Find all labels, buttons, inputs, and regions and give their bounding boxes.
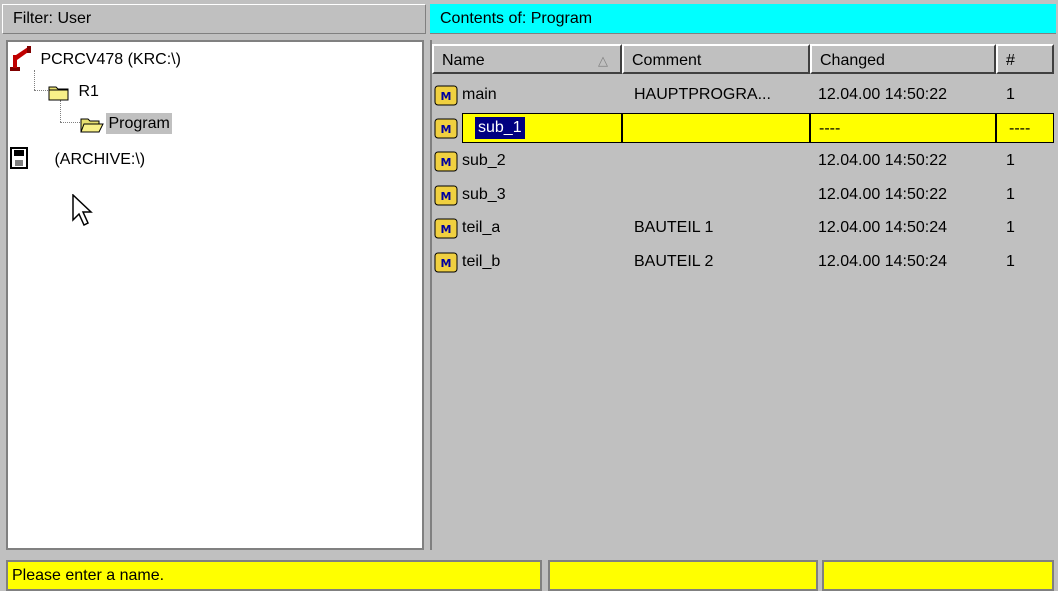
- folder-icon: [48, 83, 70, 101]
- column-header-comment[interactable]: Comment: [622, 44, 810, 74]
- row-comment: BAUTEIL 1: [634, 219, 714, 236]
- row-name: teil_a: [462, 219, 501, 236]
- row-count: 1: [1006, 219, 1015, 236]
- row-changed: 12.04.00 14:50:22: [818, 86, 948, 103]
- program-module-icon: M: [434, 118, 458, 139]
- row-name: sub_1: [475, 117, 525, 139]
- table-row-selected[interactable]: M sub_1 ---- ----: [432, 113, 1054, 143]
- tree-item-program[interactable]: Program: [80, 110, 172, 138]
- program-module-icon: M: [434, 185, 458, 206]
- row-changed: 12.04.00 14:50:22: [818, 186, 948, 203]
- status-field: [548, 560, 818, 591]
- row-name: main: [462, 86, 497, 103]
- row-comment: BAUTEIL 2: [634, 253, 714, 270]
- tree-item-archive[interactable]: (ARCHIVE:\): [10, 146, 145, 174]
- svg-text:M: M: [441, 90, 452, 103]
- svg-text:M: M: [441, 257, 452, 270]
- directory-tree[interactable]: PCRCV478 (KRC:\) R1 Program (ARCHIVE:\): [6, 40, 424, 550]
- row-name: sub_2: [462, 152, 506, 169]
- column-header-label: Changed: [820, 52, 885, 69]
- column-header-label: Name: [442, 52, 485, 69]
- row-count: 1: [1006, 152, 1015, 169]
- robot-icon: [10, 46, 32, 72]
- column-header-label: #: [1006, 52, 1015, 69]
- rename-input[interactable]: sub_1: [462, 113, 622, 143]
- table-row[interactable]: M sub_3 12.04.00 14:50:22 1: [432, 180, 1054, 210]
- program-module-icon: M: [434, 218, 458, 239]
- open-folder-icon: [80, 115, 104, 133]
- mouse-cursor-icon: [72, 194, 93, 227]
- contents-header: Contents of: Program: [430, 4, 1056, 34]
- row-count: 1: [1006, 186, 1015, 203]
- row-changed: 12.04.00 14:50:24: [818, 253, 948, 270]
- column-header-name[interactable]: Name △: [432, 44, 622, 74]
- svg-text:M: M: [441, 123, 452, 136]
- tree-item-label: Program: [106, 113, 172, 134]
- tree-item-label: R1: [78, 83, 99, 100]
- row-count: 1: [1006, 86, 1015, 103]
- tree-item-computer[interactable]: PCRCV478 (KRC:\): [10, 46, 181, 74]
- svg-text:M: M: [441, 156, 452, 169]
- row-comment: HAUPTPROGRA...: [634, 86, 771, 103]
- column-header-count[interactable]: #: [996, 44, 1054, 74]
- row-name: sub_3: [462, 186, 506, 203]
- row-changed: 12.04.00 14:50:24: [818, 219, 948, 236]
- status-message: Please enter a name.: [6, 560, 542, 591]
- program-module-icon: M: [434, 151, 458, 172]
- filter-label: Filter: User: [13, 10, 92, 27]
- table-row[interactable]: M sub_2 12.04.00 14:50:22 1: [432, 146, 1054, 176]
- floppy-disk-icon: [10, 147, 32, 170]
- row-count: ----: [1009, 120, 1031, 137]
- row-count: 1: [1006, 253, 1015, 270]
- table-row[interactable]: M teil_a BAUTEIL 1 12.04.00 14:50:24 1: [432, 213, 1054, 243]
- row-name: teil_b: [462, 253, 501, 270]
- table-row[interactable]: M teil_b BAUTEIL 2 12.04.00 14:50:24 1: [432, 247, 1054, 277]
- contents-label: Contents of: Program: [440, 10, 593, 27]
- column-header-label: Comment: [632, 52, 702, 69]
- program-module-icon: M: [434, 252, 458, 273]
- svg-text:M: M: [441, 223, 452, 236]
- tree-item-label: PCRCV478 (KRC:\): [40, 51, 181, 68]
- tree-item-r1[interactable]: R1: [48, 78, 99, 106]
- svg-text:M: M: [441, 190, 452, 203]
- table-row[interactable]: M main HAUPTPROGRA... 12.04.00 14:50:22 …: [432, 80, 1054, 110]
- sort-ascending-icon: △: [598, 53, 608, 68]
- tree-item-label: (ARCHIVE:\): [54, 151, 146, 168]
- status-message-text: Please enter a name.: [12, 567, 165, 584]
- status-field: [822, 560, 1054, 591]
- filter-header: Filter: User: [2, 4, 426, 34]
- row-changed: 12.04.00 14:50:22: [818, 152, 948, 169]
- column-header-changed[interactable]: Changed: [810, 44, 996, 74]
- row-changed: ----: [819, 120, 841, 137]
- program-module-icon: M: [434, 85, 458, 106]
